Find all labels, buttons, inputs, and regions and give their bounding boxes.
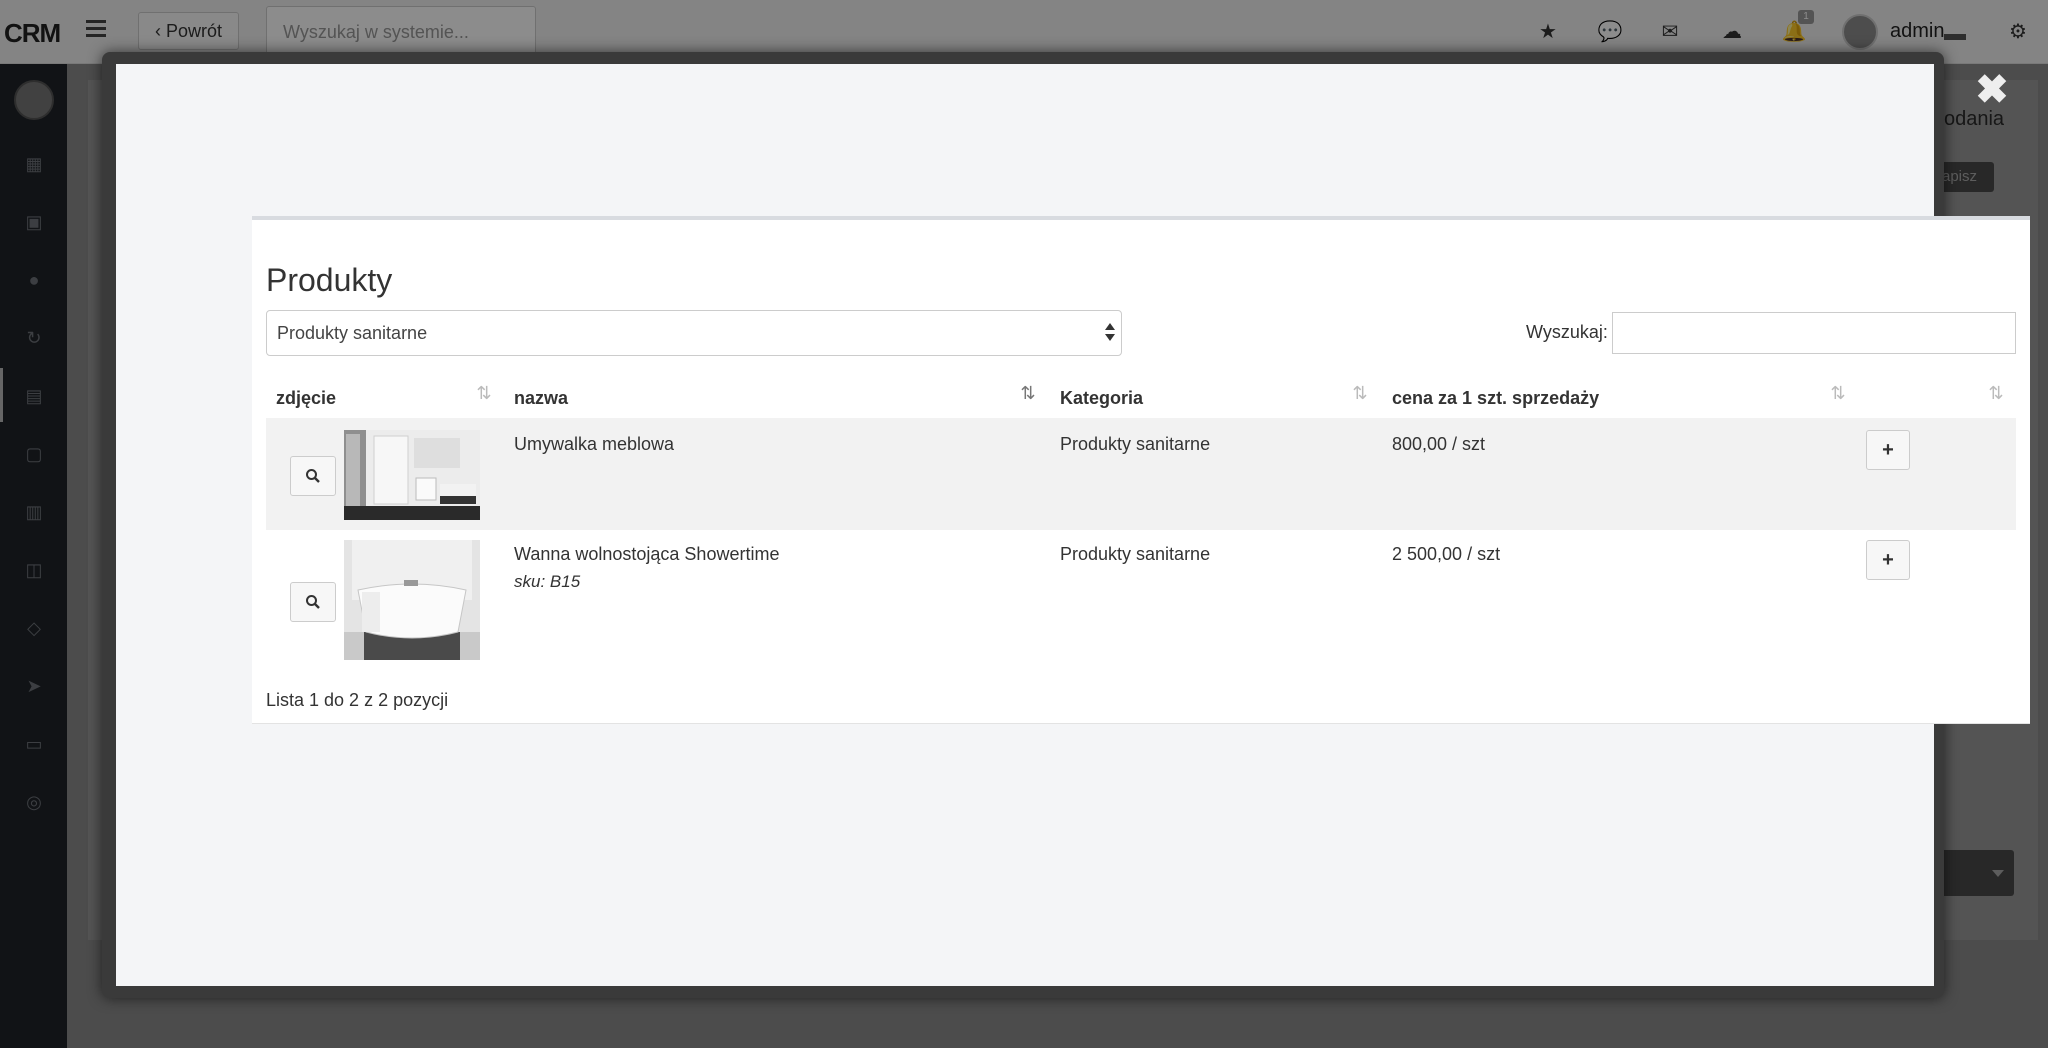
products-card: Produkty Produkty sanitarne Wyszukaj: zd…	[252, 216, 2030, 724]
sort-icon[interactable]: ⇅	[1828, 380, 1848, 408]
sort-ascending-icon[interactable]: ⇅	[1018, 380, 1038, 408]
preview-button[interactable]	[290, 456, 336, 496]
search-label: Wyszukaj:	[1526, 322, 1608, 342]
product-category: Produkty sanitarne	[1060, 434, 1211, 454]
category-select-value: Produkty sanitarne	[277, 323, 428, 343]
select-arrows-icon	[1105, 323, 1115, 343]
preview-button[interactable]	[290, 582, 336, 622]
sort-icon[interactable]: ⇅	[474, 380, 494, 408]
table-info: Lista 1 do 2 z 2 pozycji	[266, 690, 449, 710]
search-icon	[306, 595, 320, 609]
product-sku: sku: B15	[514, 572, 581, 591]
category-select[interactable]: Produkty sanitarne	[266, 310, 1122, 356]
product-price: 800,00 / szt	[1392, 434, 1486, 454]
product-price: 2 500,00 / szt	[1392, 544, 1501, 564]
products-modal: Produkty Produkty sanitarne Wyszukaj: zd…	[116, 64, 2030, 986]
column-header-price[interactable]: cena za 1 szt. sprzedaży	[1392, 378, 1599, 418]
add-product-button[interactable]: +	[1866, 540, 1910, 580]
product-name: Wanna wolnostojąca Showertime	[514, 544, 780, 564]
product-category: Produkty sanitarne	[1060, 544, 1211, 564]
sort-icon[interactable]: ⇅	[1986, 380, 2006, 408]
plus-icon: +	[1882, 549, 1894, 571]
product-name: Umywalka meblowa	[514, 434, 675, 454]
column-header-category[interactable]: Kategoria	[1060, 378, 1143, 418]
search-icon	[306, 469, 320, 483]
close-icon[interactable]: ✖	[1974, 70, 2010, 110]
bathtub-image	[344, 540, 480, 660]
sort-icon[interactable]: ⇅	[1350, 380, 1370, 408]
add-product-button[interactable]: +	[1866, 430, 1910, 470]
product-thumbnail	[344, 540, 480, 660]
page-title: Produkty	[266, 262, 393, 298]
table-row: Umywalka meblowa Produkty sanitarne 800,…	[266, 418, 2016, 530]
bathroom-sink-image	[344, 430, 480, 520]
product-thumbnail	[344, 430, 480, 520]
search-input[interactable]	[1612, 312, 2016, 354]
column-header-name[interactable]: nazwa	[514, 378, 568, 418]
column-header-photo[interactable]: zdjęcie	[276, 378, 336, 418]
plus-icon: +	[1882, 439, 1894, 461]
table-row: Wanna wolnostojąca Showertime sku: B15 P…	[266, 530, 2016, 664]
